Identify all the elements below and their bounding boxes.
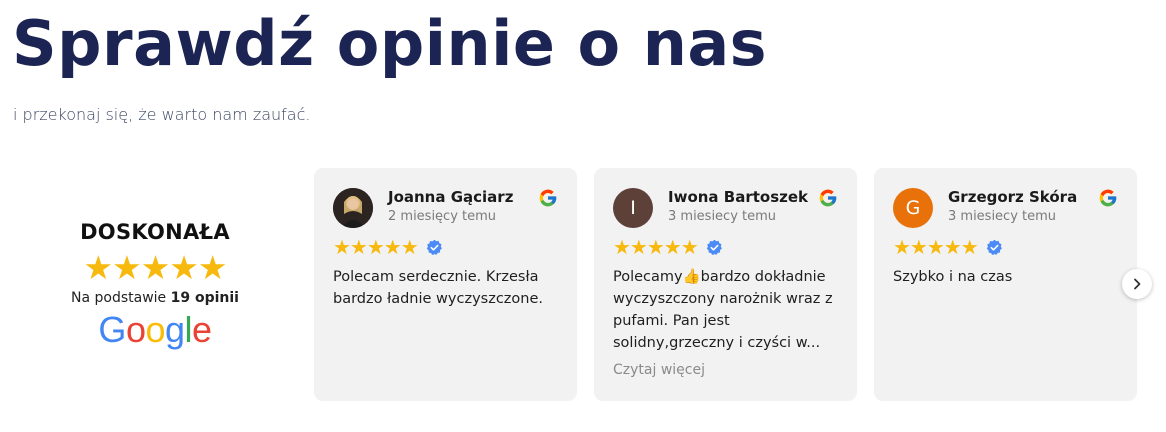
google-logo: Google (40, 310, 270, 350)
verified-badge-icon (986, 239, 1002, 255)
page-title: Sprawdź opinie o nas (12, 7, 768, 80)
photo-avatar-icon (333, 188, 373, 228)
google-logo-letter: e (192, 309, 212, 350)
review-rating: ★★★★★ (613, 236, 723, 258)
google-g-icon (1099, 189, 1117, 207)
review-count-prefix: Na podstawie (71, 290, 167, 306)
google-logo-letter: G (98, 309, 126, 350)
rating-label: DOSKONAŁA (80, 220, 230, 244)
google-logo-letter: o (125, 309, 146, 350)
review-card[interactable]: G Grzegorz Skóra 3 miesiecy temu ★★★★★ S… (874, 168, 1137, 401)
review-stars: ★★★★★ (613, 235, 699, 259)
review-text: Polecam serdecznie. Krzesła bardzo ładni… (333, 269, 543, 307)
page-subtitle: i przekonaj się, że warto nam zaufać. (13, 105, 311, 124)
verified-badge-icon (706, 239, 722, 255)
google-logo-letter: l (184, 309, 193, 350)
letter-avatar: G (893, 188, 933, 228)
review-card[interactable]: I Iwona Bartoszek 3 miesiecy temu ★★★★★ … (594, 168, 857, 401)
read-more-link[interactable]: Czytaj więcej (613, 362, 705, 378)
review-author: Joanna Gąciarz (388, 188, 514, 206)
google-g-icon (539, 189, 557, 207)
review-stars: ★★★★★ (333, 235, 419, 259)
review-stars: ★★★★★ (893, 235, 979, 259)
review-date: 3 miesiecy temu (668, 209, 777, 224)
review-rating: ★★★★★ (893, 236, 1003, 258)
letter-avatar: I (613, 188, 653, 228)
next-review-button[interactable] (1122, 269, 1152, 299)
verified-badge-icon (426, 239, 442, 255)
review-card[interactable]: Joanna Gąciarz 2 miesięcy temu ★★★★★ Pol… (314, 168, 577, 401)
review-date: 2 miesięcy temu (388, 209, 497, 224)
review-text: Szybko i na czas (893, 269, 1013, 285)
summary-stars: ★★★★★ (83, 248, 228, 287)
google-logo-letter: g (165, 309, 185, 350)
review-text: Polecamy👍bardzo dokładnie wyczyszczony n… (613, 269, 833, 351)
chevron-right-icon (1134, 278, 1141, 290)
google-g-icon (819, 189, 837, 207)
review-author: Iwona Bartoszek (668, 188, 809, 206)
rating-summary: DOSKONAŁA ★★★★★ Na podstawie 19 opinii G… (40, 218, 270, 350)
review-author: Grzegorz Skóra (948, 188, 1078, 206)
review-count: Na podstawie 19 opinii (40, 290, 270, 306)
review-count-value: 19 opinii (170, 290, 239, 306)
avatar-letter: G (905, 197, 921, 219)
review-rating: ★★★★★ (333, 236, 443, 258)
review-date: 3 miesiecy temu (948, 209, 1057, 224)
google-logo-letter: o (145, 309, 165, 350)
